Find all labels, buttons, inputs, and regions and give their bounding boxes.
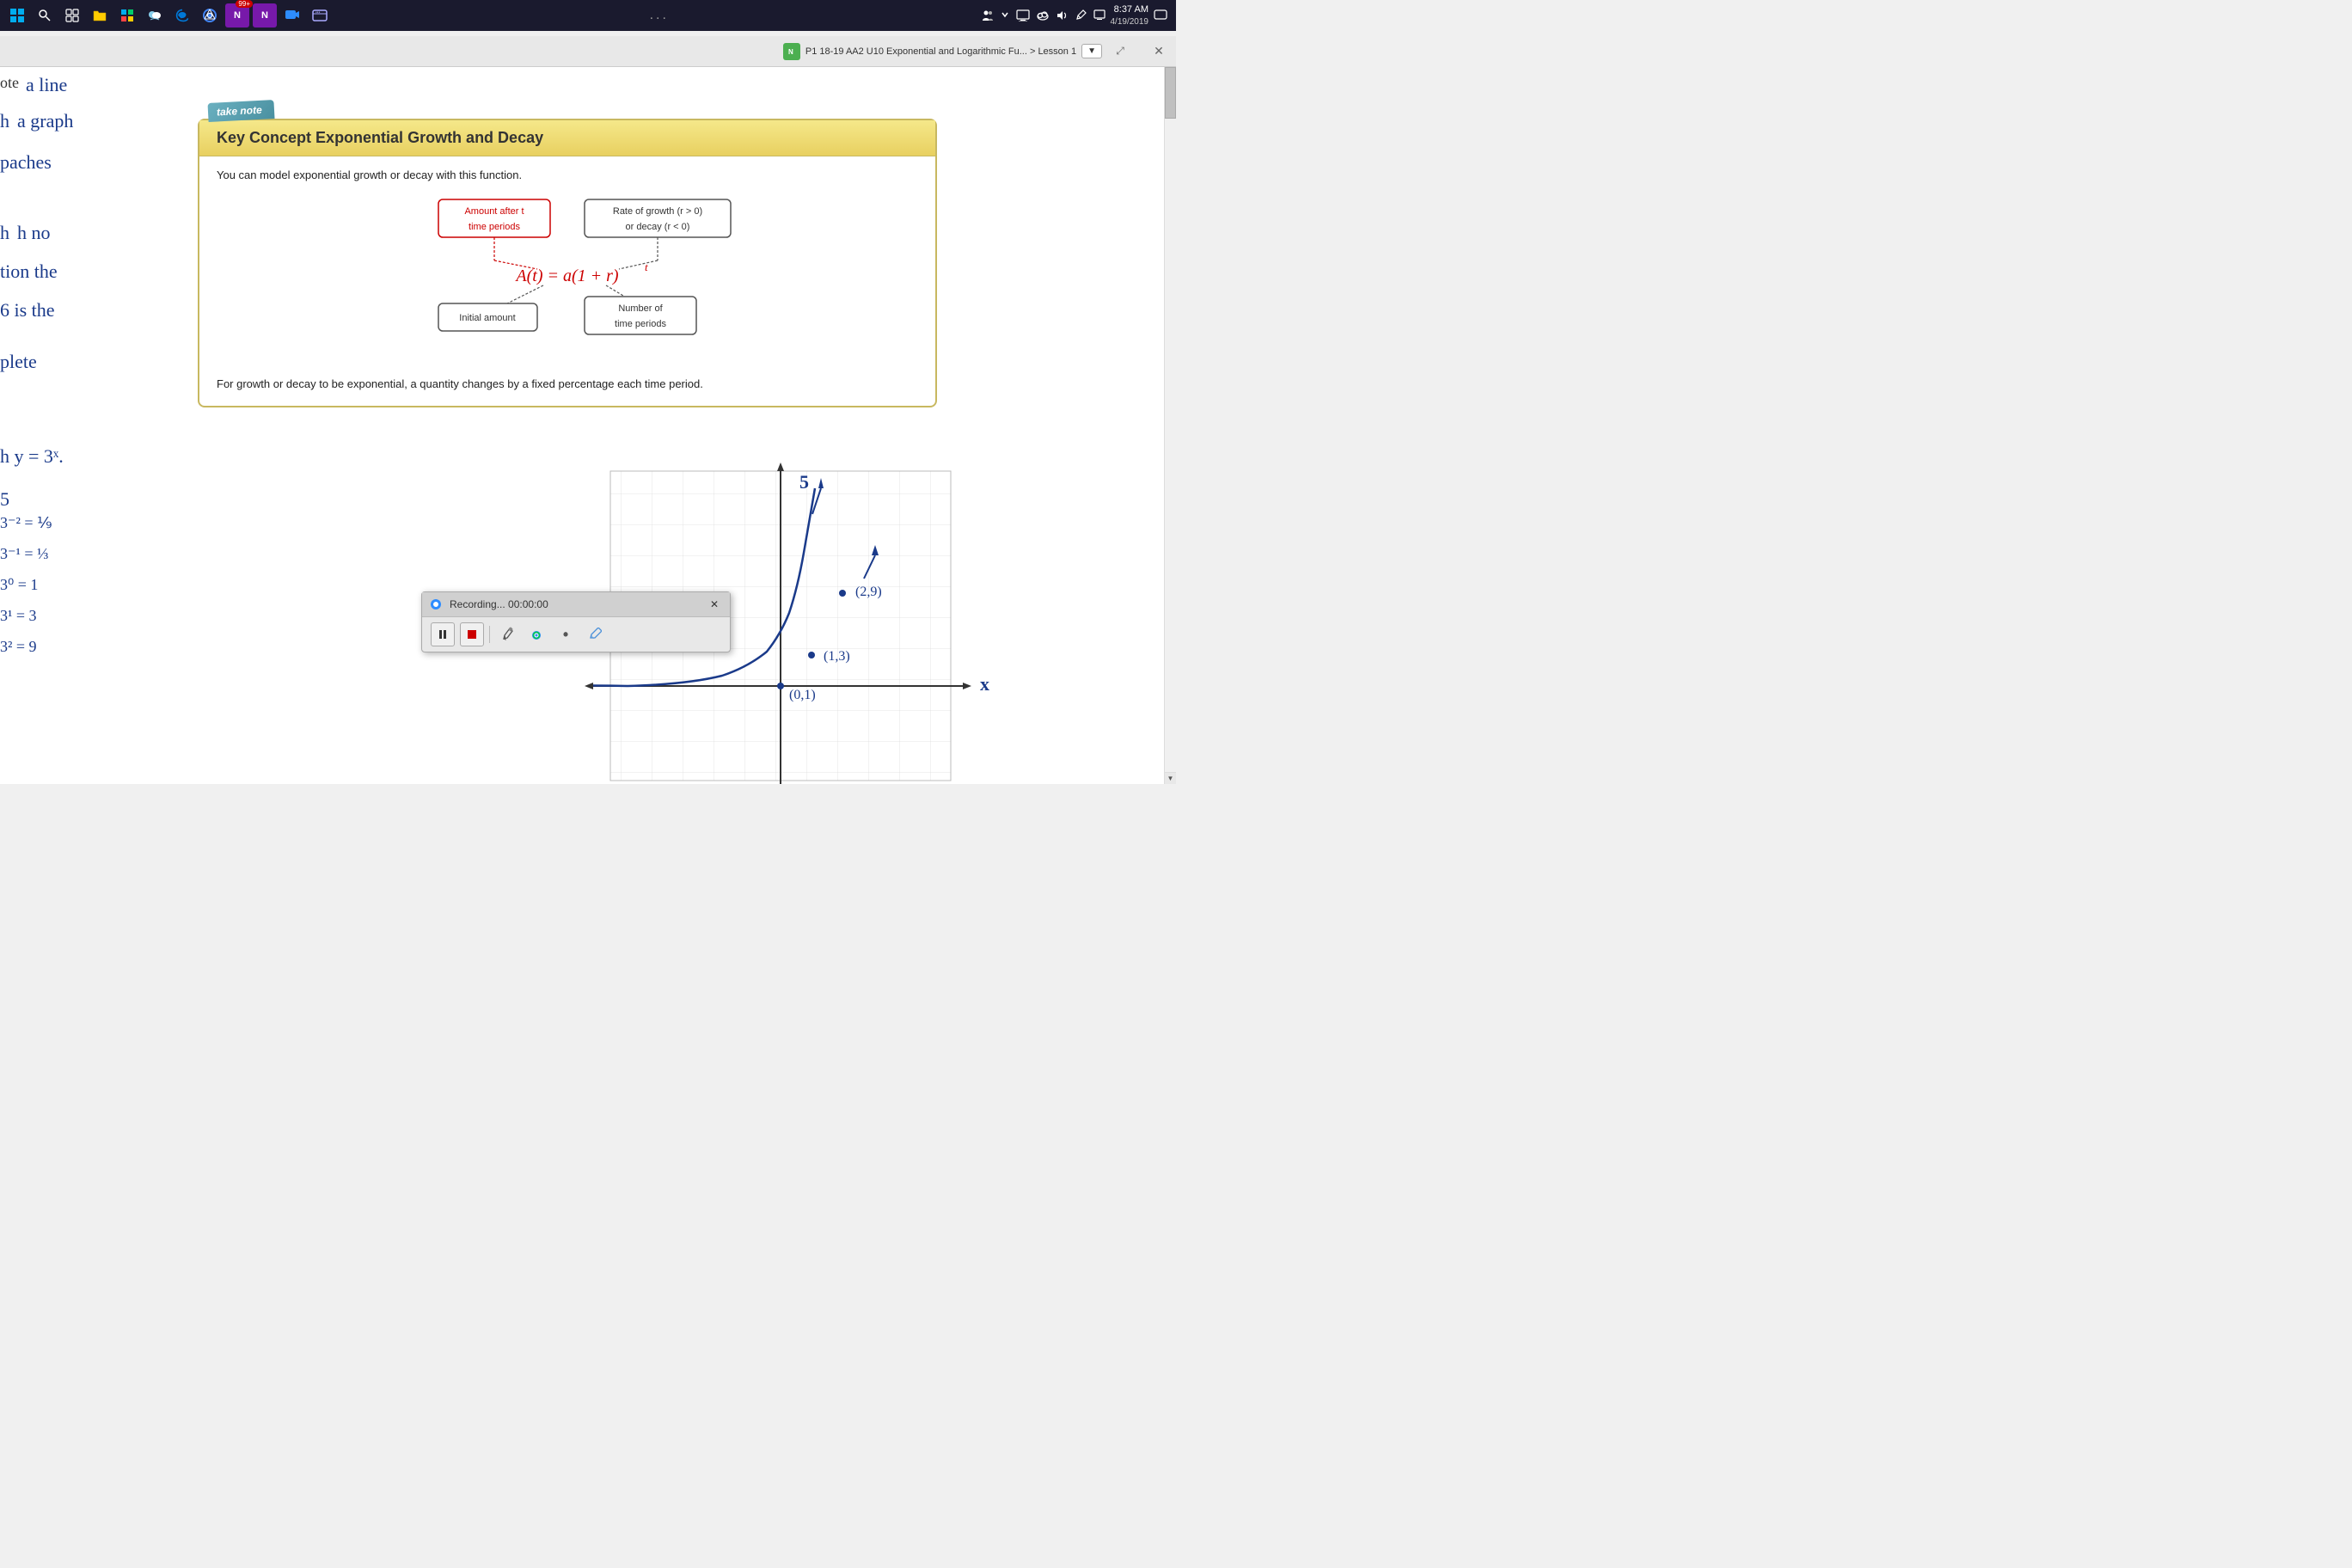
note-graph-label: h y = 3ˣ. [0, 445, 64, 468]
breadcrumb-icon: N [783, 43, 800, 60]
expand-button[interactable]: ⤢ [1107, 36, 1133, 67]
svg-text:A(t) = a(1 + r): A(t) = a(1 + r) [514, 266, 619, 285]
note-line5: tion the [0, 260, 58, 283]
notification-icon[interactable] [1154, 9, 1167, 21]
svg-text:●●●: ●●● [315, 10, 321, 14]
svg-text:Rate of growth (r > 0): Rate of growth (r > 0) [613, 206, 702, 217]
note-line2: a graph [17, 110, 73, 132]
svg-text:Initial amount: Initial amount [459, 313, 515, 323]
chrome-icon[interactable] [198, 3, 222, 28]
svg-text:N: N [788, 48, 793, 56]
svg-text:or decay (r < 0): or decay (r < 0) [626, 222, 690, 232]
taskbar-dots: ... [337, 8, 982, 23]
note-3-0: 3⁰ = 1 [0, 576, 38, 594]
note-line6: 6 is the [0, 299, 55, 322]
svg-text:time periods: time periods [469, 222, 520, 232]
note-line7: plete [0, 351, 37, 373]
recording-close-button[interactable]: ✕ [706, 596, 723, 613]
scroll-thumb[interactable] [1165, 67, 1176, 119]
taskbar: N 99+ N ●●● ... [0, 0, 1176, 31]
take-note-badge: take note [207, 100, 274, 122]
windows-icon[interactable] [5, 3, 29, 28]
formula-diagram-svg: Amount after t time periods Rate of grow… [352, 195, 782, 367]
svg-text:5: 5 [799, 471, 809, 493]
taskbar-right: 8:37 AM 4/19/2019 [982, 3, 1177, 27]
note-line4a: h [0, 222, 9, 244]
cloud-icon[interactable] [1037, 9, 1049, 21]
volume-icon[interactable] [1056, 9, 1068, 21]
window-close-button[interactable]: ✕ [1142, 36, 1176, 67]
chevron-down-icon[interactable] [1001, 9, 1009, 21]
zoom-icon[interactable] [280, 3, 304, 28]
separator-dot: • [554, 622, 578, 646]
breadcrumb: N P1 18-19 AA2 U10 Exponential and Logar… [783, 36, 1133, 67]
camera-icon-button[interactable] [524, 622, 548, 646]
breadcrumb-text: P1 18-19 AA2 U10 Exponential and Logarit… [805, 46, 1076, 57]
display-icon[interactable] [1093, 9, 1106, 21]
note-3-1: 3¹ = 3 [0, 607, 37, 625]
recording-camera-icon [429, 597, 443, 611]
stop-icon [467, 629, 477, 640]
note-3-neg2: 3⁻² = ⅑ [0, 514, 52, 532]
note-ote: ote [0, 74, 19, 92]
pen-tool-button[interactable] [495, 622, 519, 646]
recording-status-text: Recording... 00:00:00 [450, 598, 548, 610]
key-concept-content: You can model exponential growth or deca… [199, 156, 935, 406]
search-taskbar-icon[interactable] [33, 3, 57, 28]
note-line3: paches [0, 151, 52, 174]
taskbar-time: 8:37 AM 4/19/2019 [1111, 3, 1149, 27]
pause-button[interactable] [431, 622, 455, 646]
pause-icon [438, 629, 448, 640]
left-notes: ote a line h a graph paches h h no tion … [0, 67, 189, 784]
svg-text:Number of: Number of [618, 303, 663, 314]
svg-text:Amount after t: Amount after t [464, 206, 524, 217]
edge-icon[interactable] [170, 3, 194, 28]
camera-icon [529, 628, 544, 640]
titlebar-content: N P1 18-19 AA2 U10 Exponential and Logar… [0, 36, 1142, 67]
weather-icon[interactable] [143, 3, 167, 28]
task-view-icon[interactable] [60, 3, 84, 28]
note-h-label: h [0, 110, 9, 132]
pen-tool-icon [500, 627, 514, 642]
note-3-neg1: 3⁻¹ = ⅓ [0, 545, 49, 563]
svg-text:(2,9): (2,9) [855, 585, 882, 599]
svg-text:(1,3): (1,3) [824, 649, 850, 664]
note-line1: a line [26, 74, 67, 96]
onenote-app-icon[interactable]: N 99+ [225, 3, 249, 28]
recording-title-bar: Recording... 00:00:00 ✕ [422, 592, 730, 617]
scrollbar[interactable]: ▲ ▼ [1164, 67, 1176, 784]
recording-bar: Recording... 00:00:00 ✕ [421, 591, 731, 652]
taskbar-left: N 99+ N ●●● [0, 3, 337, 28]
growth-decay-text: For growth or decay to be exponential, a… [217, 376, 918, 394]
svg-text:(0,1): (0,1) [789, 688, 816, 702]
formula-description: You can model exponential growth or deca… [217, 168, 918, 181]
people-icon[interactable] [982, 9, 994, 21]
web-icon[interactable]: ●●● [308, 3, 332, 28]
window-titlebar: N P1 18-19 AA2 U10 Exponential and Logar… [0, 36, 1176, 67]
lesson-dropdown[interactable]: ▼ [1081, 44, 1102, 58]
svg-text:time periods: time periods [615, 319, 666, 329]
scroll-down-arrow[interactable]: ▼ [1165, 772, 1176, 784]
pencil-icon-button[interactable] [583, 622, 607, 646]
taskbar-system-icons [982, 9, 1106, 21]
key-concept-title: Key Concept Exponential Growth and Decay [217, 129, 543, 147]
stop-button[interactable] [460, 622, 484, 646]
main-window: N P1 18-19 AA2 U10 Exponential and Logar… [0, 36, 1176, 784]
note-superscript-3: 5 [0, 488, 9, 511]
control-separator [489, 626, 490, 643]
svg-text:x: x [980, 673, 989, 695]
content-area: ote a line h a graph paches h h no tion … [0, 67, 1164, 784]
note-line4: h no [17, 222, 51, 244]
pencil-icon [588, 628, 602, 641]
explorer-icon[interactable] [88, 3, 112, 28]
pen-icon[interactable] [1075, 9, 1087, 21]
key-concept-box: take note Key Concept Exponential Growth… [198, 119, 937, 407]
key-concept-header: Key Concept Exponential Growth and Decay [199, 120, 935, 156]
windows-display-icon[interactable] [1016, 9, 1030, 21]
onenote-icon[interactable]: N [253, 3, 277, 28]
svg-text:t: t [645, 260, 648, 273]
note-3-2: 3² = 9 [0, 638, 37, 656]
store-icon[interactable] [115, 3, 139, 28]
recording-controls: • [422, 617, 730, 652]
